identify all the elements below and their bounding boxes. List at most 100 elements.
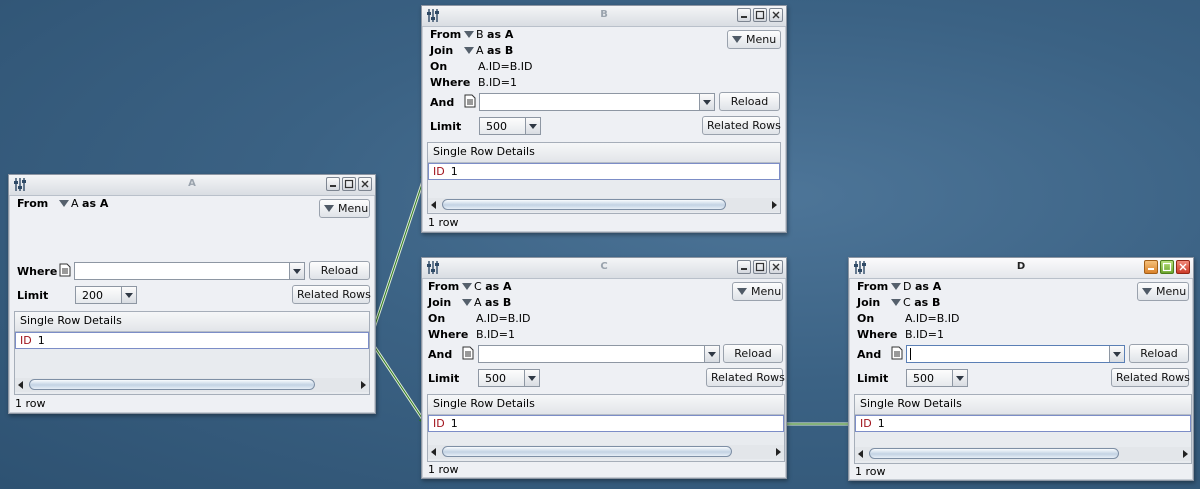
- join-table-selector[interactable]: A as B: [462, 296, 511, 309]
- from-table-selector[interactable]: B as A: [464, 28, 513, 41]
- scroll-left-icon[interactable]: [431, 448, 436, 456]
- limit-dropdown-arrow[interactable]: [525, 118, 540, 134]
- reload-button[interactable]: Reload: [723, 344, 783, 363]
- document-icon[interactable]: [59, 263, 71, 277]
- limit-select[interactable]: 200: [75, 286, 137, 304]
- related-rows-button[interactable]: Related Rows: [702, 116, 781, 135]
- window-a[interactable]: A From A as A Menu Where Reload Limit 20…: [8, 174, 376, 414]
- where-label: Where: [857, 328, 898, 341]
- dropdown-triangle-icon: [891, 283, 901, 290]
- window-d-titlebar[interactable]: D: [849, 258, 1193, 279]
- on-label: On: [430, 60, 448, 73]
- document-icon[interactable]: [464, 94, 476, 108]
- join-table-selector[interactable]: C as B: [891, 296, 940, 309]
- condition-dropdown-arrow[interactable]: [289, 263, 304, 279]
- maximize-button[interactable]: [753, 8, 767, 22]
- and-condition-input[interactable]: [479, 93, 715, 111]
- related-rows-button[interactable]: Related Rows: [292, 285, 371, 304]
- limit-dropdown-arrow[interactable]: [121, 287, 136, 303]
- panel-header: Single Row Details: [15, 312, 369, 332]
- minimize-icon: [330, 185, 336, 187]
- table-row[interactable]: ID 1: [428, 415, 784, 432]
- window-c[interactable]: C From C as A Join A as B On A.ID=B.ID W…: [421, 257, 787, 479]
- scroll-left-icon[interactable]: [858, 450, 863, 458]
- dropdown-triangle-icon: [732, 36, 742, 43]
- minimize-button[interactable]: [326, 177, 340, 191]
- scroll-thumb[interactable]: [442, 446, 732, 457]
- menu-button[interactable]: Menu: [1137, 282, 1189, 301]
- join-alias: as B: [914, 296, 941, 309]
- condition-dropdown-arrow[interactable]: [1109, 346, 1124, 362]
- close-icon: [1179, 263, 1187, 271]
- limit-select[interactable]: 500: [906, 369, 968, 387]
- scroll-thumb[interactable]: [869, 448, 1119, 459]
- menu-button[interactable]: Menu: [727, 30, 781, 49]
- horizontal-scrollbar[interactable]: [855, 447, 1191, 461]
- window-d[interactable]: D From D as A Join C as B On A.ID=B.ID W…: [848, 257, 1194, 481]
- scroll-thumb[interactable]: [442, 199, 726, 210]
- reload-button[interactable]: Reload: [1129, 344, 1189, 363]
- join-label: Join: [857, 296, 881, 309]
- dropdown-triangle-icon: [891, 299, 901, 306]
- document-icon[interactable]: [891, 346, 903, 360]
- maximize-button[interactable]: [753, 260, 767, 274]
- related-rows-button[interactable]: Related Rows: [1111, 368, 1190, 387]
- close-button[interactable]: [1176, 260, 1190, 274]
- from-alias: as A: [914, 280, 942, 293]
- from-table-selector[interactable]: D as A: [891, 280, 941, 293]
- limit-select[interactable]: 500: [479, 117, 541, 135]
- limit-value: 500: [485, 372, 506, 385]
- menu-button[interactable]: Menu: [319, 199, 370, 218]
- horizontal-scrollbar[interactable]: [428, 445, 784, 459]
- and-label: And: [857, 348, 882, 361]
- maximize-button[interactable]: [1160, 260, 1174, 274]
- horizontal-scrollbar[interactable]: [15, 378, 369, 392]
- window-title: C: [600, 261, 608, 272]
- limit-dropdown-arrow[interactable]: [952, 370, 967, 386]
- limit-dropdown-arrow[interactable]: [524, 370, 539, 386]
- window-b-titlebar[interactable]: B: [422, 6, 786, 27]
- minimize-button[interactable]: [1144, 260, 1158, 274]
- limit-value: 500: [486, 120, 507, 133]
- scroll-right-icon[interactable]: [772, 201, 777, 209]
- scroll-left-icon[interactable]: [431, 201, 436, 209]
- close-button[interactable]: [358, 177, 372, 191]
- document-icon[interactable]: [462, 346, 474, 360]
- limit-label: Limit: [430, 120, 462, 133]
- scroll-left-icon[interactable]: [18, 381, 23, 389]
- field-value: 1: [450, 417, 458, 430]
- condition-dropdown-arrow[interactable]: [699, 94, 714, 110]
- dropdown-triangle-icon: [1142, 288, 1152, 295]
- join-label: Join: [430, 44, 454, 57]
- window-b[interactable]: B From B as A Join A as B On A.ID=B.ID W…: [421, 5, 787, 233]
- minimize-button[interactable]: [737, 260, 751, 274]
- close-button[interactable]: [769, 260, 783, 274]
- scroll-thumb[interactable]: [29, 379, 315, 390]
- window-c-titlebar[interactable]: C: [422, 258, 786, 279]
- reload-button[interactable]: Reload: [719, 92, 780, 111]
- reload-button[interactable]: Reload: [309, 261, 370, 280]
- from-table-selector[interactable]: A as A: [59, 197, 108, 210]
- from-table-selector[interactable]: C as A: [462, 280, 512, 293]
- table-row[interactable]: ID 1: [428, 163, 780, 180]
- horizontal-scrollbar[interactable]: [428, 198, 780, 212]
- table-row[interactable]: ID 1: [15, 332, 369, 349]
- scroll-right-icon[interactable]: [361, 381, 366, 389]
- maximize-button[interactable]: [342, 177, 356, 191]
- field-value: 1: [450, 165, 458, 178]
- condition-input[interactable]: [74, 262, 305, 280]
- join-table-selector[interactable]: A as B: [464, 44, 513, 57]
- and-condition-input[interactable]: [478, 345, 720, 363]
- table-row[interactable]: ID 1: [855, 415, 1191, 432]
- condition-dropdown-arrow[interactable]: [704, 346, 719, 362]
- window-a-titlebar[interactable]: A: [9, 175, 375, 196]
- limit-select[interactable]: 500: [478, 369, 540, 387]
- minimize-button[interactable]: [737, 8, 751, 22]
- and-condition-input[interactable]: [906, 345, 1125, 363]
- menu-button[interactable]: Menu: [732, 282, 783, 301]
- row-count-status: 1 row: [15, 397, 46, 410]
- related-rows-button[interactable]: Related Rows: [706, 368, 785, 387]
- scroll-right-icon[interactable]: [1183, 450, 1188, 458]
- scroll-right-icon[interactable]: [776, 448, 781, 456]
- close-button[interactable]: [769, 8, 783, 22]
